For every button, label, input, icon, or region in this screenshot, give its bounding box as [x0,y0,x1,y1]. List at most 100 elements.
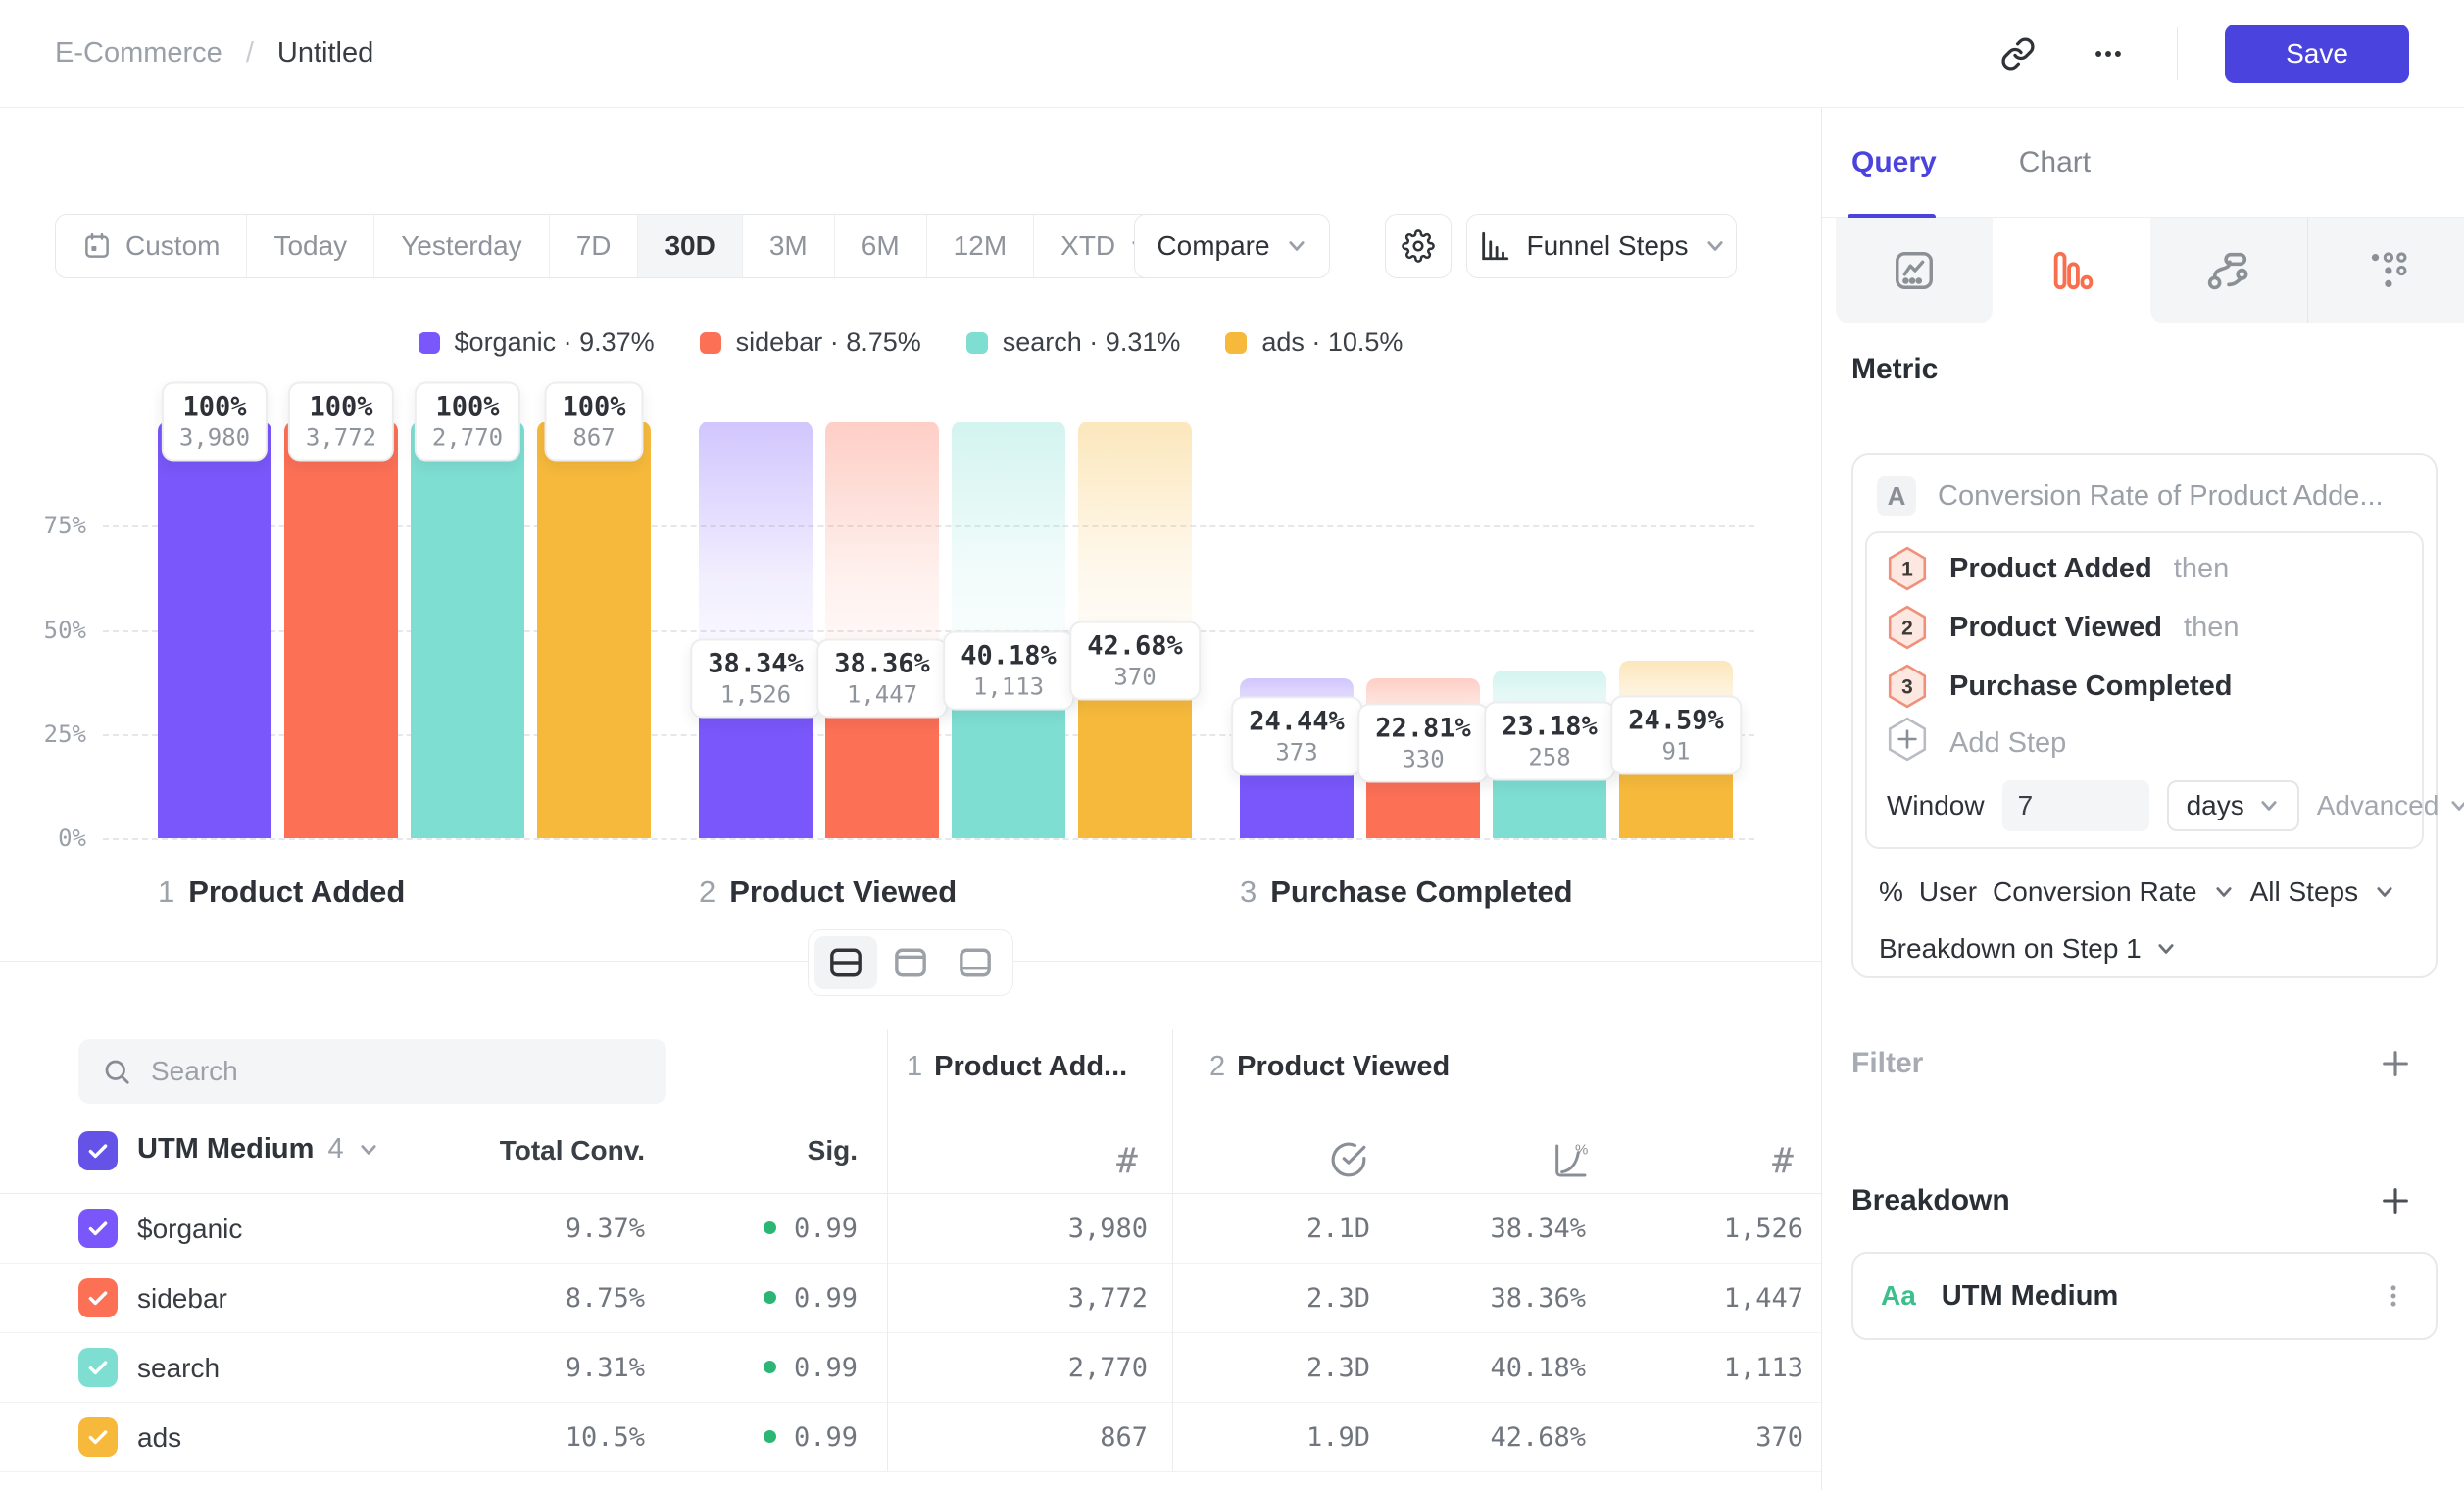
window-value-input[interactable] [2002,780,2149,831]
funnel-steps-card: 1 Product Added then 2 Product Viewed th… [1865,531,2424,849]
check-icon [85,1138,111,1164]
row-total-conv: 8.75% [382,1264,645,1333]
funnel-bar[interactable] [411,422,524,838]
add-breakdown-button[interactable] [2379,1184,2412,1217]
row-step1-count: 3,772 [931,1264,1148,1333]
window-unit-select[interactable]: days [2167,780,2299,831]
x-axis-step-label: 3Purchase Completed [1240,872,1573,912]
table-search[interactable] [78,1039,666,1104]
row-checkbox[interactable] [78,1209,118,1248]
row-step1-count: 3,980 [931,1194,1148,1264]
table-column-divider [1172,1029,1173,1471]
plus-icon [2379,1184,2412,1217]
save-button[interactable]: Save [2225,25,2409,83]
breakdown-item-card[interactable]: Aa UTM Medium [1851,1252,2438,1340]
chart-view-button[interactable] [879,936,942,989]
metric-title: Conversion Rate of Product Adde... [1938,480,2384,513]
funnel-step-2[interactable]: 2 Product Viewed then [1867,598,2422,657]
add-step-button[interactable]: Add Step [1867,716,2422,770]
breadcrumb-report-title[interactable]: Untitled [277,37,373,70]
tab-query[interactable]: Query [1851,146,1937,179]
plus-icon [2379,1047,2412,1080]
sig-column-header[interactable]: Sig. [642,1135,858,1167]
tab-chart[interactable]: Chart [2019,146,2091,179]
table-view-button[interactable] [944,936,1007,989]
bar-value-label: 22.81%330 [1357,704,1489,783]
chevron-down-icon [2258,795,2280,817]
more-options-icon[interactable] [2087,32,2130,75]
measure-metric-select[interactable]: Conversion Rate [1993,876,2197,908]
chevron-down-icon [2374,881,2395,903]
add-step-icon [1887,717,1928,770]
retention-dots-icon [2364,248,2409,293]
x-axis-step-label: 2Product Viewed [699,872,957,912]
check-icon [85,1285,111,1311]
tab-retention[interactable] [2307,218,2464,323]
table-column-divider [887,1029,888,1471]
tab-trend-chart[interactable] [1836,218,1993,323]
bar-value-label: 40.18%1,113 [943,631,1074,711]
funnel-bar[interactable] [158,422,271,838]
analytics-report-page: E-Commerce / Untitled Save CustomTodayYe… [0,0,2464,1490]
add-filter-button[interactable] [2379,1047,2412,1080]
avg-time-column-icon[interactable] [1319,1141,1378,1183]
row-step2-count: 370 [1600,1403,1803,1472]
share-link-icon[interactable] [1996,32,2040,75]
table-rows: $organic9.37%0.993,9802.1D38.34%1,526sid… [0,1193,1821,1472]
row-checkbox[interactable] [78,1417,118,1457]
funnel-bar[interactable] [284,422,398,838]
search-input[interactable] [151,1056,643,1087]
breadcrumb-project[interactable]: E-Commerce [55,37,222,70]
y-axis-tick: 75% [8,512,86,539]
breakdown-column-header[interactable]: UTM Medium 4 [137,1133,379,1166]
query-panel: Query Chart [1821,108,2464,1490]
table-row[interactable]: $organic9.37%0.993,9802.1D38.34%1,526 [0,1194,1821,1264]
funnel-step-1[interactable]: 1 Product Added then [1867,539,2422,598]
measure-entity[interactable]: User [1919,876,1977,908]
breakdown-item-menu-icon[interactable] [2379,1281,2408,1311]
total-conv-column-header[interactable]: Total Conv. [382,1135,645,1167]
search-icon [102,1057,131,1086]
table-row[interactable]: search9.31%0.992,7702.3D40.18%1,113 [0,1333,1821,1403]
metric-badge: A [1877,476,1916,516]
tab-funnel[interactable] [1993,218,2149,323]
step-suffix: then [2184,612,2239,644]
split-view-button[interactable] [814,936,877,989]
line-chart-icon [1892,248,1937,293]
main-content: CustomTodayYesterday7D30D3M6M12MXTD Comp… [0,108,1821,1490]
count-column-icon[interactable]: # [1753,1141,1812,1181]
sig-dot-icon [764,1361,776,1373]
metric-card-header[interactable]: A Conversion Rate of Product Adde... [1853,455,2436,531]
funnel-step-3[interactable]: 3 Purchase Completed [1867,657,2422,716]
breakdown-heading: Breakdown [1851,1184,2010,1217]
row-step2-conv: 40.18% [1382,1333,1586,1403]
row-step2-conv: 38.34% [1382,1194,1586,1264]
step-suffix: then [2174,553,2229,585]
row-checkbox[interactable] [78,1348,118,1387]
row-step2-conv: 38.36% [1382,1264,1586,1333]
row-step2-time: 2.3D [1166,1264,1370,1333]
x-axis-step-label: 1Product Added [158,872,405,912]
row-checkbox[interactable] [78,1278,118,1317]
y-axis-tick: 50% [8,617,86,644]
row-step1-count: 867 [931,1403,1148,1472]
svg-text:%: % [1575,1141,1588,1158]
table-row[interactable]: ads10.5%0.998671.9D42.68%370 [0,1403,1821,1472]
header-actions: Save [1996,25,2409,83]
count-column-icon[interactable]: # [1098,1141,1157,1181]
advanced-toggle[interactable]: Advanced [2317,790,2464,821]
select-all-checkbox[interactable] [78,1131,118,1170]
conversion-rate-column-icon[interactable]: % [1541,1141,1600,1185]
table-row[interactable]: sidebar8.75%0.993,7722.3D38.36%1,447 [0,1264,1821,1333]
tab-flows[interactable] [2150,218,2307,323]
bar-value-label: 100%3,772 [288,382,394,462]
step-3-badge: 3 [1887,664,1928,709]
flows-icon [2206,248,2251,293]
panel-tabs: Query Chart [1822,108,2464,218]
row-step2-time: 1.9D [1166,1403,1370,1472]
breakdown-on-step-select[interactable]: Breakdown on Step 1 [1853,927,2436,970]
chevron-down-icon [358,1139,379,1161]
funnel-bar[interactable] [537,422,651,838]
measure-scope-select[interactable]: All Steps [2250,876,2359,908]
metric-card: A Conversion Rate of Product Adde... 1 P… [1851,453,2438,978]
